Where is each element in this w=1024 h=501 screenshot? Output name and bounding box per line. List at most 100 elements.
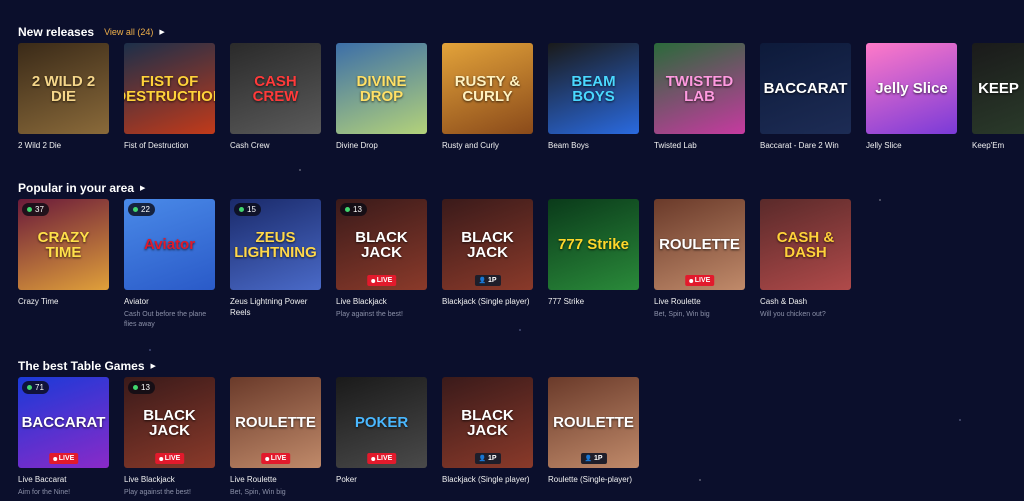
live-badge: LIVE — [154, 453, 185, 464]
table-games-title[interactable]: The best Table Games — [18, 359, 145, 373]
chevron-right-icon[interactable]: ▶ — [140, 184, 145, 192]
game-thumbnail[interactable]: FIST OF DESTRUCTION — [124, 43, 215, 134]
game-name[interactable]: Cash & Dash — [760, 296, 851, 307]
game-name[interactable]: Blackjack (Single player) — [442, 474, 533, 485]
game-name[interactable]: Jelly Slice — [866, 140, 957, 151]
game-name[interactable]: Twisted Lab — [654, 140, 745, 151]
game-thumbnail[interactable]: RUSTY & CURLY — [442, 43, 533, 134]
player-count-badge: 37 — [22, 203, 49, 216]
game-name[interactable]: Live Blackjack — [336, 296, 427, 307]
game-thumbnail[interactable]: CRAZY TIME 37 — [18, 199, 109, 290]
game-name[interactable]: Roulette (Single-player) — [548, 474, 639, 485]
game-name[interactable]: Live Baccarat — [18, 474, 109, 485]
game-thumbnail[interactable]: BLACK JACK 13 LIVE — [124, 377, 215, 468]
new-releases-section: New releases View all (24) ▶ 2 WILD 2 DI… — [18, 24, 1024, 150]
game-card[interactable]: Aviator 22 Aviator Cash Out before the plan… — [124, 199, 215, 330]
game-card[interactable]: BLACK JACK 13 LIVE Live Blackjack Play again… — [124, 377, 215, 498]
game-thumbnail[interactable]: BLACK JACK 👤 1P — [442, 377, 533, 468]
single-player-badge: 👤 1P — [580, 453, 607, 464]
game-card[interactable]: RUSTY & CURLY Rusty and Curly — [442, 43, 533, 151]
game-card[interactable]: CRAZY TIME 37 Crazy Time — [18, 199, 109, 330]
game-card[interactable]: POKER LIVE Poker — [336, 377, 427, 498]
game-name[interactable]: Aviator — [124, 296, 215, 307]
game-thumbnail[interactable]: CASH CREW — [230, 43, 321, 134]
game-card[interactable]: Jelly Slice Jelly Slice — [866, 43, 957, 151]
game-name[interactable]: Divine Drop — [336, 140, 427, 151]
game-card[interactable]: ROULETTE LIVE Live Roulette Bet, Spin, Win … — [654, 199, 745, 330]
game-thumbnail[interactable]: Jelly Slice — [866, 43, 957, 134]
game-name[interactable]: Baccarat - Dare 2 Win — [760, 140, 851, 151]
game-card[interactable]: CASH & DASH Cash & Dash Will you chicken o… — [760, 199, 851, 330]
game-name[interactable]: Live Blackjack — [124, 474, 215, 485]
live-label: LIVE — [376, 277, 393, 284]
game-card[interactable]: ZEUS LIGHTNING 15 Zeus Lightning Power Ree… — [230, 199, 321, 330]
game-card[interactable]: BACCARAT Baccarat - Dare 2 Win — [760, 43, 851, 151]
game-logo: RUSTY & CURLY — [454, 72, 521, 105]
game-card[interactable]: KEEP Keep'Em — [972, 43, 1024, 151]
game-thumbnail[interactable]: ROULETTE LIVE — [230, 377, 321, 468]
game-logo: Jelly Slice — [875, 80, 948, 97]
game-logo: BEAM BOYS — [571, 72, 616, 105]
game-thumbnail[interactable]: BLACK JACK 13 LIVE — [336, 199, 427, 290]
game-thumbnail[interactable]: BACCARAT 71 LIVE — [18, 377, 109, 468]
live-dot-icon — [370, 456, 375, 461]
game-thumbnail[interactable]: ROULETTE LIVE — [654, 199, 745, 290]
game-thumbnail[interactable]: BACCARAT — [760, 43, 851, 134]
game-thumbnail[interactable]: Aviator 22 — [124, 199, 215, 290]
game-thumbnail[interactable]: BLACK JACK 👤 1P — [442, 199, 533, 290]
game-thumbnail[interactable]: CASH & DASH — [760, 199, 851, 290]
game-card[interactable]: ROULETTE 👤 1P Roulette (Single-player) — [548, 377, 639, 498]
game-thumbnail[interactable]: ROULETTE 👤 1P — [548, 377, 639, 468]
game-card[interactable]: 777 Strike 777 Strike — [548, 199, 639, 330]
game-name[interactable]: 777 Strike — [548, 296, 639, 307]
game-card[interactable]: FIST OF DESTRUCTION Fist of Destruction — [124, 43, 215, 151]
game-card[interactable]: BACCARAT 71 LIVE Live Baccarat Aim for the N… — [18, 377, 109, 498]
view-all-link[interactable]: View all (24) — [104, 27, 153, 37]
game-card[interactable]: BLACK JACK 13 LIVE Live Blackjack Play again… — [336, 199, 427, 330]
game-thumbnail[interactable]: POKER LIVE — [336, 377, 427, 468]
player-count-badge: 22 — [128, 203, 155, 216]
game-logo: CASH CREW — [252, 72, 299, 105]
game-thumbnail[interactable]: DIVINE DROP — [336, 43, 427, 134]
game-card[interactable]: DIVINE DROP Divine Drop — [336, 43, 427, 151]
game-description: Cash Out before the plane flies away — [124, 311, 207, 328]
single-player-label: 1P — [593, 455, 603, 462]
game-name[interactable]: Rusty and Curly — [442, 140, 533, 151]
game-name[interactable]: Live Roulette — [654, 296, 745, 307]
person-icon: 👤 — [478, 456, 486, 462]
chevron-right-icon[interactable]: ▶ — [159, 28, 164, 36]
game-card[interactable]: CASH CREW Cash Crew — [230, 43, 321, 151]
live-label: LIVE — [694, 277, 711, 284]
game-name[interactable]: Fist of Destruction — [124, 140, 215, 151]
live-badge: LIVE — [684, 275, 715, 286]
live-dot-icon — [158, 456, 163, 461]
game-name[interactable]: Zeus Lightning Power Reels — [230, 296, 321, 318]
chevron-right-icon[interactable]: ▶ — [151, 362, 156, 370]
game-thumbnail[interactable]: ZEUS LIGHTNING 15 — [230, 199, 321, 290]
game-name[interactable]: Cash Crew — [230, 140, 321, 151]
game-logo: BLACK JACK — [461, 406, 514, 439]
game-card[interactable]: ROULETTE LIVE Live Roulette Bet, Spin, Win … — [230, 377, 321, 498]
game-name[interactable]: Blackjack (Single player) — [442, 296, 533, 307]
game-name[interactable]: Beam Boys — [548, 140, 639, 151]
game-thumbnail[interactable]: 777 Strike — [548, 199, 639, 290]
game-card[interactable]: 2 WILD 2 DIE 2 Wild 2 Die — [18, 43, 109, 151]
game-name[interactable]: 2 Wild 2 Die — [18, 140, 109, 151]
game-card[interactable]: BLACK JACK 👤 1P Blackjack (Single player) — [442, 199, 533, 330]
popular-title[interactable]: Popular in your area — [18, 181, 134, 195]
game-card[interactable]: BEAM BOYS Beam Boys — [548, 43, 639, 151]
game-card[interactable]: BLACK JACK 👤 1P Blackjack (Single player) — [442, 377, 533, 498]
game-name[interactable]: Crazy Time — [18, 296, 109, 307]
game-thumbnail[interactable]: KEEP — [972, 43, 1024, 134]
new-releases-title[interactable]: New releases — [18, 25, 94, 39]
game-description: Bet, Spin, Win big — [654, 311, 710, 318]
single-player-badge: 👤 1P — [474, 453, 501, 464]
game-thumbnail[interactable]: TWISTED LAB — [654, 43, 745, 134]
game-name[interactable]: Live Roulette — [230, 474, 321, 485]
game-name[interactable]: Poker — [336, 474, 427, 485]
game-name[interactable]: Keep'Em — [972, 140, 1024, 151]
game-thumbnail[interactable]: BEAM BOYS — [548, 43, 639, 134]
game-card[interactable]: TWISTED LAB Twisted Lab — [654, 43, 745, 151]
single-player-label: 1P — [487, 455, 497, 462]
game-thumbnail[interactable]: 2 WILD 2 DIE — [18, 43, 109, 134]
